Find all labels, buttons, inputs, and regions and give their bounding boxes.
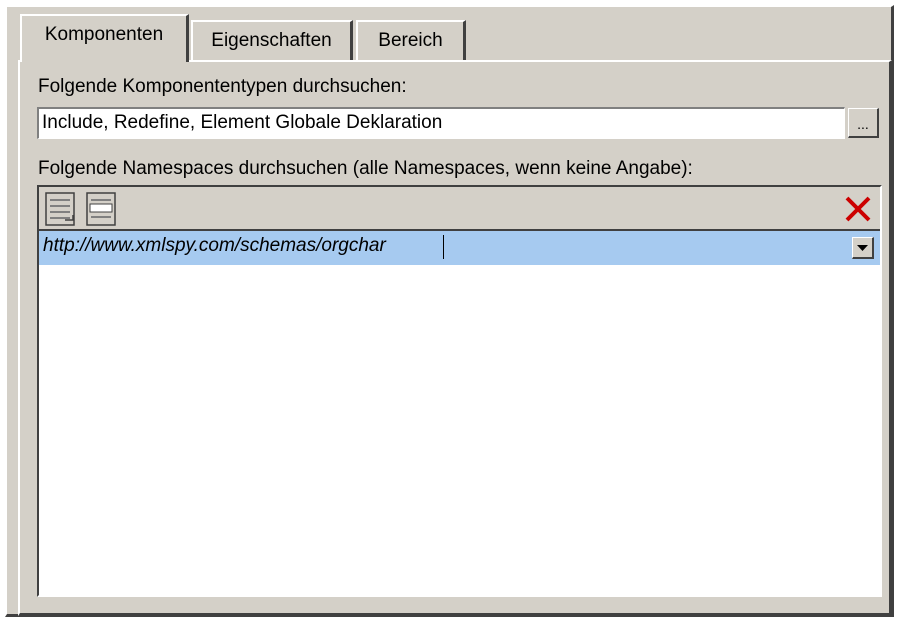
namespaces-label: Folgende Namespaces durchsuchen (alle Na… [38, 158, 693, 179]
append-row-icon [45, 192, 75, 226]
delete-row-icon [845, 196, 871, 222]
chevron-down-icon [857, 245, 868, 251]
tab-bereich[interactable]: Bereich [356, 20, 466, 62]
text-cursor [443, 235, 444, 259]
component-types-value: Include, Redefine, Element Globale Dekla… [42, 112, 443, 133]
namespace-input[interactable]: http://www.xmlspy.com/schemas/orgchar [43, 235, 386, 257]
tab-komponenten[interactable]: Komponenten [20, 14, 189, 62]
component-types-field[interactable]: Include, Redefine, Element Globale Dekla… [37, 107, 845, 139]
insert-row-icon [86, 192, 116, 226]
namespace-dropdown-button[interactable] [852, 237, 874, 259]
browse-button-label: ... [857, 116, 869, 132]
tab-bereich-label: Bereich [378, 30, 443, 51]
namespaces-grid[interactable]: http://www.xmlspy.com/schemas/orgchar [37, 185, 882, 597]
tab-komponenten-label: Komponenten [44, 24, 164, 45]
namespace-row[interactable]: http://www.xmlspy.com/schemas/orgchar [39, 231, 880, 265]
insert-row-button[interactable] [84, 191, 122, 227]
delete-row-button[interactable] [842, 193, 874, 225]
tab-eigenschaften-label: Eigenschaften [211, 30, 332, 51]
browse-component-types-button[interactable]: ... [848, 108, 879, 138]
append-row-button[interactable] [43, 191, 81, 227]
tab-eigenschaften[interactable]: Eigenschaften [191, 20, 353, 62]
component-types-label: Folgende Komponententypen durchsuchen: [38, 76, 407, 97]
namespaces-toolbar [39, 187, 880, 231]
